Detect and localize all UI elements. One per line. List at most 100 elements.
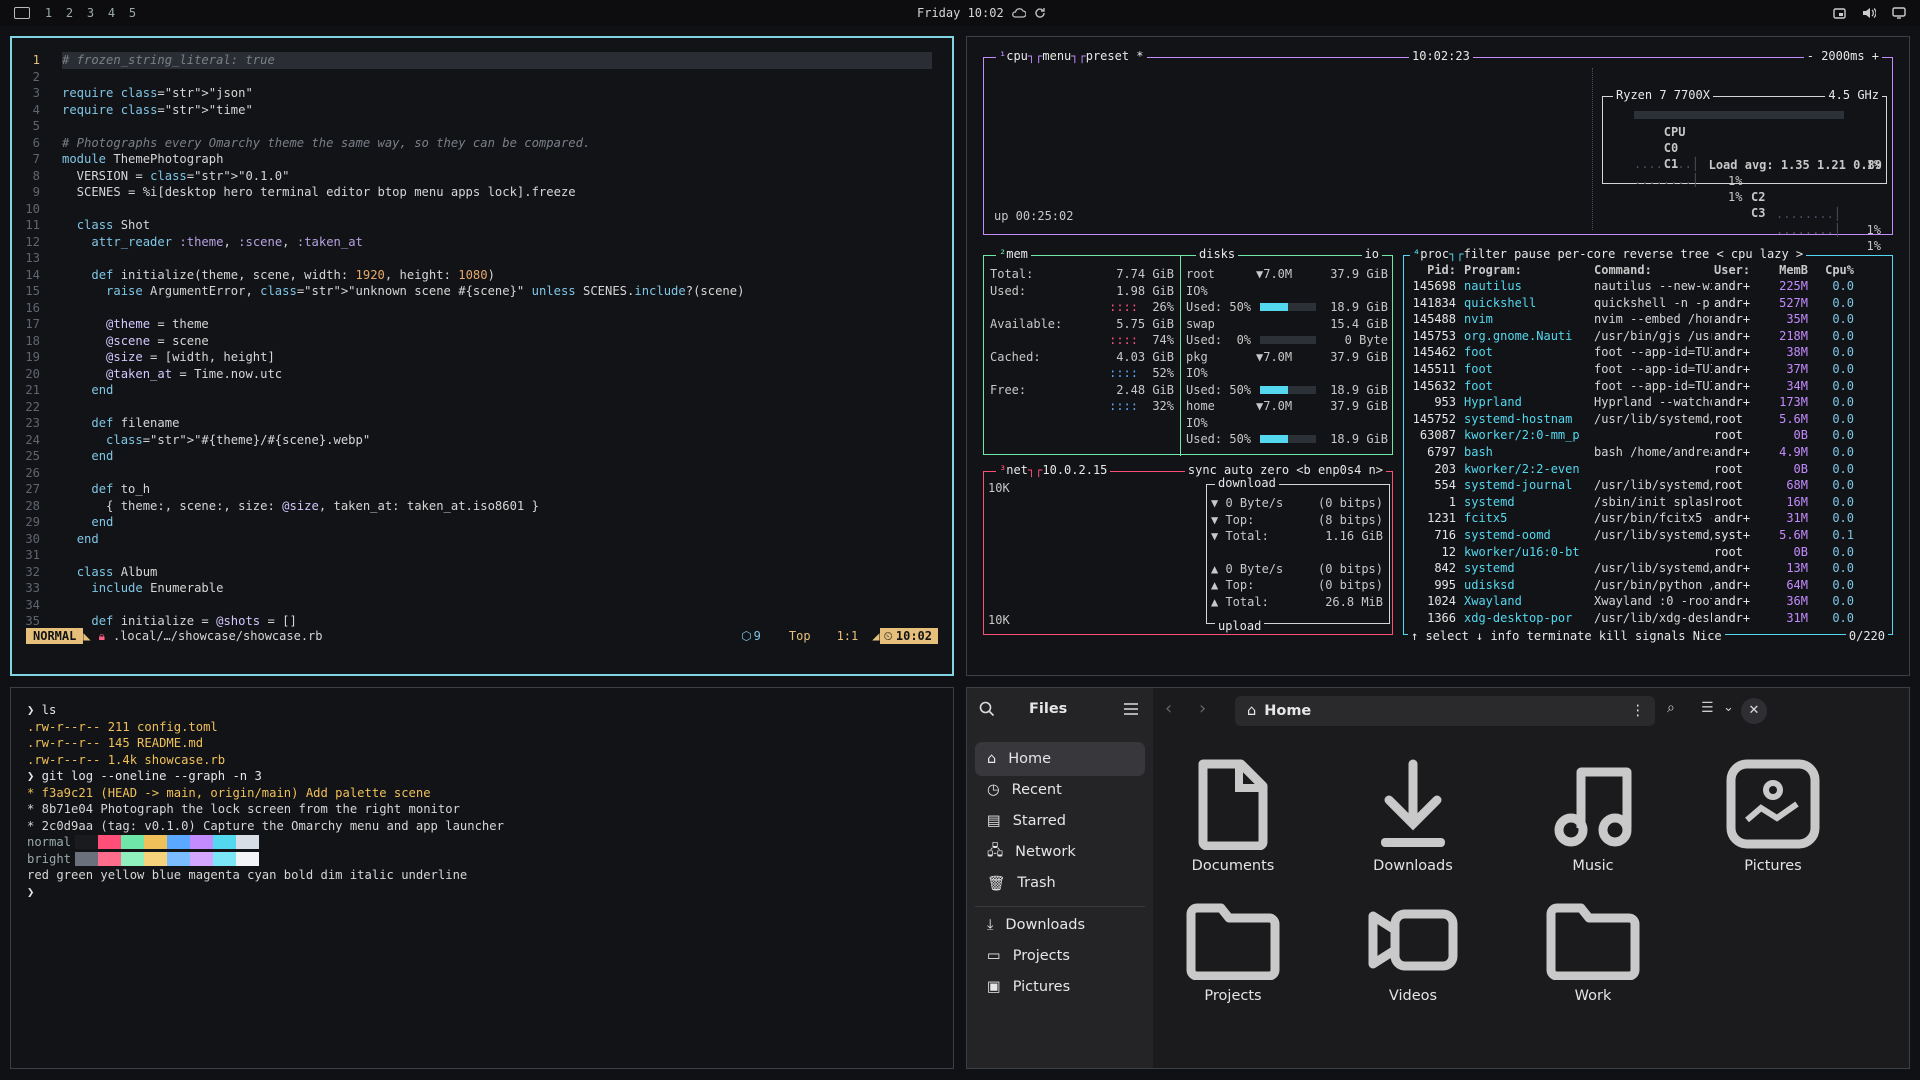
proc-options[interactable]: filter pause per-core reverse tree < cpu…	[1464, 247, 1804, 261]
proc-column-header[interactable]: Pid:	[1408, 262, 1456, 279]
code-line[interactable]: 8 VERSION = class="str">"0.1.0"	[12, 168, 932, 185]
more-options-icon[interactable]: ⋮	[1631, 703, 1656, 719]
code-line[interactable]: 30 end	[12, 531, 932, 548]
folder-projects[interactable]: Projects	[1173, 900, 1293, 1004]
code-line[interactable]: 14 def initialize(theme, scene, width: 1…	[12, 267, 932, 284]
omarchy-logo-icon[interactable]	[14, 7, 30, 19]
status-time: 10:02	[892, 627, 938, 645]
folder-downloads[interactable]: Downloads	[1353, 758, 1473, 874]
code-line[interactable]: 19 @size = [width, height]	[12, 349, 932, 366]
folder-music[interactable]: Music	[1533, 758, 1653, 874]
code-line[interactable]: 6 # Photographs every Omarchy theme the s…	[12, 135, 932, 152]
folder-pictures[interactable]: Pictures	[1713, 758, 1833, 874]
code-line[interactable]: 17 @theme = theme	[12, 316, 932, 333]
code-line[interactable]: 11 class Shot	[12, 217, 932, 234]
code-line[interactable]: 34	[12, 597, 932, 614]
cpu-tab[interactable]: cpu	[1006, 49, 1028, 63]
terminal-window[interactable]: ❯ ls .rw-r--r-- 211 config.toml .rw-r--r…	[10, 687, 954, 1069]
list-view-icon[interactable]: ☰	[1701, 700, 1714, 716]
mem-row: Free: 2.48 GiB	[990, 382, 1174, 399]
code-line[interactable]: 28 { theme:, scene:, size: @size, taken_…	[12, 498, 932, 515]
code-line[interactable]: 29 end	[12, 514, 932, 531]
proc-column-header[interactable]: MemB	[1770, 262, 1808, 279]
code-line[interactable]: 10	[12, 201, 932, 218]
proc-column-header[interactable]: User:	[1714, 262, 1764, 279]
workspace-4[interactable]: 4	[101, 6, 122, 20]
code-line[interactable]: 26	[12, 465, 932, 482]
code-area[interactable]: 1 # frozen_string_literal: true 2 3 require …	[12, 52, 932, 630]
line-number: 4	[32, 102, 40, 117]
code-line[interactable]: 33 include Enumerable	[12, 580, 932, 597]
sidebar-item-downloads[interactable]: ⤓ Downloads	[975, 908, 1145, 942]
folder-documents[interactable]: Documents	[1173, 758, 1293, 874]
code-line[interactable]: 27 def to_h	[12, 481, 932, 498]
code-line[interactable]: 22	[12, 399, 932, 416]
code-line[interactable]: 25 end	[12, 448, 932, 465]
display-icon[interactable]	[1892, 7, 1906, 19]
location-bar[interactable]: ⌂ Home ⋮	[1235, 696, 1655, 726]
sidebar-item-projects[interactable]: ▭ Projects	[975, 939, 1145, 973]
code-line[interactable]: 32 class Album	[12, 564, 932, 581]
workspace-5[interactable]: 5	[122, 6, 143, 20]
code-line[interactable]: 31	[12, 547, 932, 564]
volume-icon[interactable]	[1862, 7, 1876, 19]
folder-work[interactable]: Work	[1533, 900, 1653, 1004]
code-line[interactable]: 23 def filename	[12, 415, 932, 432]
proc-footer[interactable]: ↑ select ↓ info terminate kill signals N…	[1408, 629, 1725, 643]
code-line[interactable]: 21 end	[12, 382, 932, 399]
mode-indicator: NORMAL	[26, 627, 84, 645]
refresh-icon[interactable]	[1034, 7, 1046, 19]
sidebar-item-starred[interactable]: ▤ Starred	[975, 804, 1145, 838]
code-text: def initialize(theme, scene, width: 1920…	[91, 267, 495, 282]
proc-column-header[interactable]: Cpu%	[1814, 262, 1854, 279]
update-interval[interactable]: - 2000ms +	[1803, 49, 1882, 63]
workspace-1[interactable]: 1	[38, 6, 59, 20]
code-line[interactable]: 13	[12, 250, 932, 267]
search-folder-icon[interactable]: ⌕	[1667, 700, 1675, 716]
io-toggle[interactable]: io	[1361, 247, 1382, 261]
sidebar-item-network[interactable]: 🖧︎ Network	[975, 835, 1145, 869]
neovim-editor-window[interactable]: 1 # frozen_string_literal: true 2 3 require …	[10, 36, 954, 676]
sidebar-item-recent[interactable]: ◷ Recent	[975, 773, 1145, 807]
code-line[interactable]: 20 @taken_at = Time.now.utc	[12, 366, 932, 383]
code-line[interactable]: 4 require class="str">"time"	[12, 102, 932, 119]
btop-window[interactable]: ¹cpu┐┌menu┐┌preset * 10:02:23 - 2000ms +…	[966, 36, 1910, 676]
code-line[interactable]: 15 raise ArgumentError, class="str">"unk…	[12, 283, 932, 300]
term-prompt[interactable]: ❯	[27, 884, 937, 901]
view-options-chevron-icon[interactable]: ⌄	[1723, 700, 1734, 715]
clock[interactable]: Friday 10:02	[917, 6, 1004, 20]
code-line[interactable]: 12 attr_reader :theme, :scene, :taken_at	[12, 234, 932, 251]
disk-row: home ▼7.0M 37.9 GiB	[1186, 398, 1388, 415]
code-line[interactable]: 1 # frozen_string_literal: true	[12, 52, 932, 69]
code-line[interactable]: 24 class="str">"#{theme}/#{scene}.webp"	[12, 432, 932, 449]
code-line[interactable]: 18 @scene = scene	[12, 333, 932, 350]
search-icon[interactable]	[979, 701, 995, 717]
cloud-icon[interactable]	[1011, 8, 1026, 18]
net-options[interactable]: sync auto zero <b enp0s4 n>	[1184, 463, 1386, 477]
folder-videos[interactable]: Videos	[1353, 900, 1473, 1004]
sidebar-item-home[interactable]: ⌂ Home	[975, 742, 1145, 776]
proc-column-header[interactable]: Program:	[1464, 262, 1584, 279]
net-scale-bottom: 10K	[988, 613, 1010, 627]
download-label: download	[1215, 476, 1279, 490]
nautilus-files-window[interactable]: Files ⌂ Home ◷ Recent ▤ Starred 🖧︎ Network 🗑…	[966, 687, 1910, 1069]
close-button[interactable]: ✕	[1741, 698, 1767, 724]
code-line[interactable]: 16	[12, 300, 932, 317]
proc-column-header[interactable]: Command:	[1594, 262, 1712, 279]
sidebar-item-pictures[interactable]: ▣ Pictures	[975, 970, 1145, 1004]
process-cell: 0.0	[1832, 561, 1854, 576]
screen-icon[interactable]	[1833, 7, 1846, 19]
sidebar-item-trash[interactable]: 🗑︎ Trash	[975, 866, 1145, 900]
workspace-3[interactable]: 3	[80, 6, 101, 20]
preset-button[interactable]: preset *	[1086, 49, 1144, 63]
workspace-2[interactable]: 2	[59, 6, 80, 20]
code-line[interactable]: 9 SCENES = %i[desktop hero terminal edit…	[12, 184, 932, 201]
back-icon[interactable]: ‹	[1165, 698, 1172, 719]
code-line[interactable]: 5	[12, 118, 932, 135]
code-line[interactable]: 3 require class="str">"json"	[12, 85, 932, 102]
hamburger-menu-icon[interactable]	[1123, 702, 1139, 716]
forward-icon[interactable]: ›	[1199, 698, 1206, 719]
code-line[interactable]: 7 module ThemePhotograph	[12, 151, 932, 168]
code-line[interactable]: 2	[12, 69, 932, 86]
menu-button[interactable]: menu	[1042, 49, 1071, 63]
